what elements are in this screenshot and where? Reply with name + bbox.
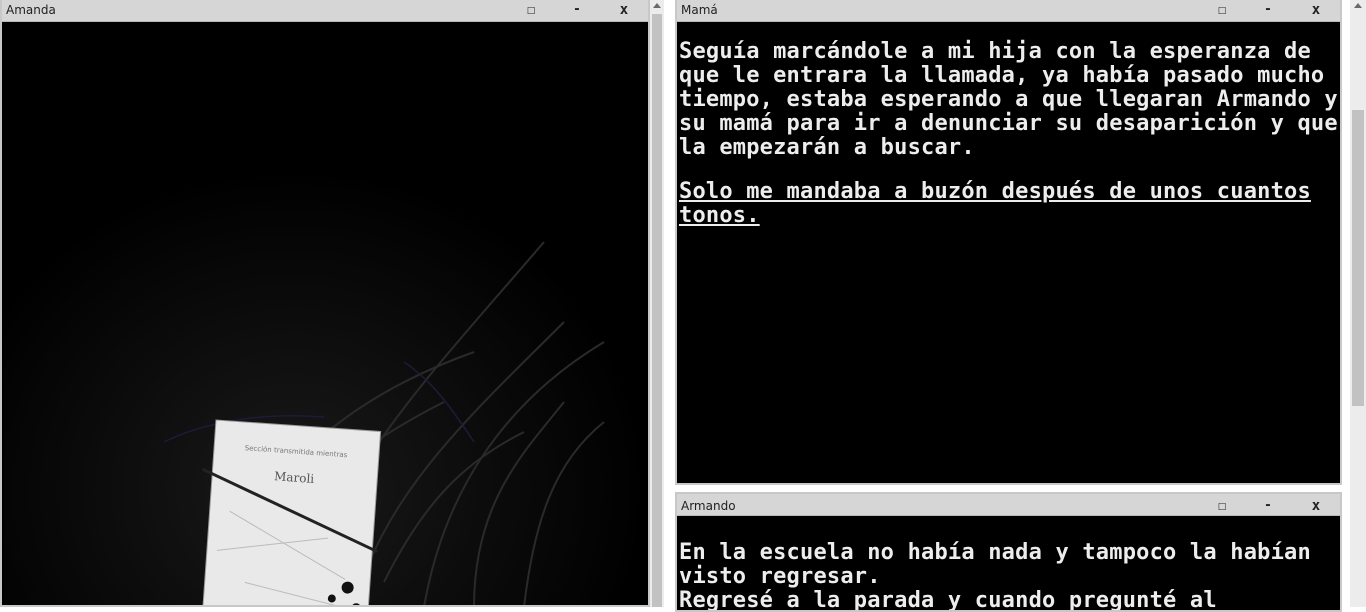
- scene-image: Sección transmitida mientras Maroli: [4, 22, 648, 605]
- close-button[interactable]: x: [609, 0, 639, 22]
- close-button[interactable]: x: [1301, 0, 1331, 22]
- close-button[interactable]: x: [1301, 496, 1331, 518]
- scroll-up-arrow-icon[interactable]: [653, 3, 661, 8]
- left-scrollbar-thumb[interactable]: [652, 14, 662, 607]
- mama-title: Mamá: [681, 3, 718, 17]
- minimize-button[interactable]: -: [562, 0, 592, 22]
- left-scrollbar[interactable]: [650, 0, 664, 607]
- armando-titlebar[interactable]: Armando □ - x: [677, 494, 1340, 516]
- amanda-titlebar[interactable]: Amanda □ - x: [2, 0, 648, 22]
- maximize-button[interactable]: □: [1207, 0, 1237, 22]
- minimize-button[interactable]: -: [1253, 496, 1283, 518]
- mama-paragraph: Seguía marcándole a mi hija con la esper…: [679, 39, 1338, 160]
- card-name: Maroli: [274, 469, 315, 486]
- armando-paragraph-2: Regresé a la parada y cuando pregunté al: [679, 588, 1217, 612]
- armando-paragraph: En la escuela no había nada y tampoco la…: [679, 540, 1311, 589]
- mama-titlebar[interactable]: Mamá □ - x: [677, 0, 1340, 22]
- armando-window: Armando □ - x En la escuela no había nad…: [675, 492, 1342, 612]
- amanda-window: Amanda □ - x Sección transmitida mientra…: [0, 0, 650, 607]
- scroll-up-arrow-icon[interactable]: [1354, 3, 1362, 8]
- amanda-scene: Sección transmitida mientras Maroli: [4, 22, 648, 605]
- right-scrollbar[interactable]: [1350, 0, 1366, 607]
- mama-link-paragraph[interactable]: Solo me mandaba a buzón después de unos …: [679, 180, 1338, 228]
- mama-window: Mamá □ - x Seguía marcándole a mi hija c…: [675, 0, 1342, 485]
- maximize-button[interactable]: □: [1207, 496, 1237, 518]
- mama-text: Seguía marcándole a mi hija con la esper…: [677, 22, 1340, 483]
- maximize-button[interactable]: □: [516, 0, 546, 22]
- minimize-button[interactable]: -: [1253, 0, 1283, 22]
- armando-title: Armando: [681, 499, 736, 513]
- id-card: Sección transmitida mientras Maroli: [201, 419, 382, 605]
- armando-text: En la escuela no había nada y tampoco la…: [677, 520, 1340, 612]
- amanda-title: Amanda: [6, 3, 56, 17]
- right-scrollbar-thumb[interactable]: [1352, 110, 1364, 406]
